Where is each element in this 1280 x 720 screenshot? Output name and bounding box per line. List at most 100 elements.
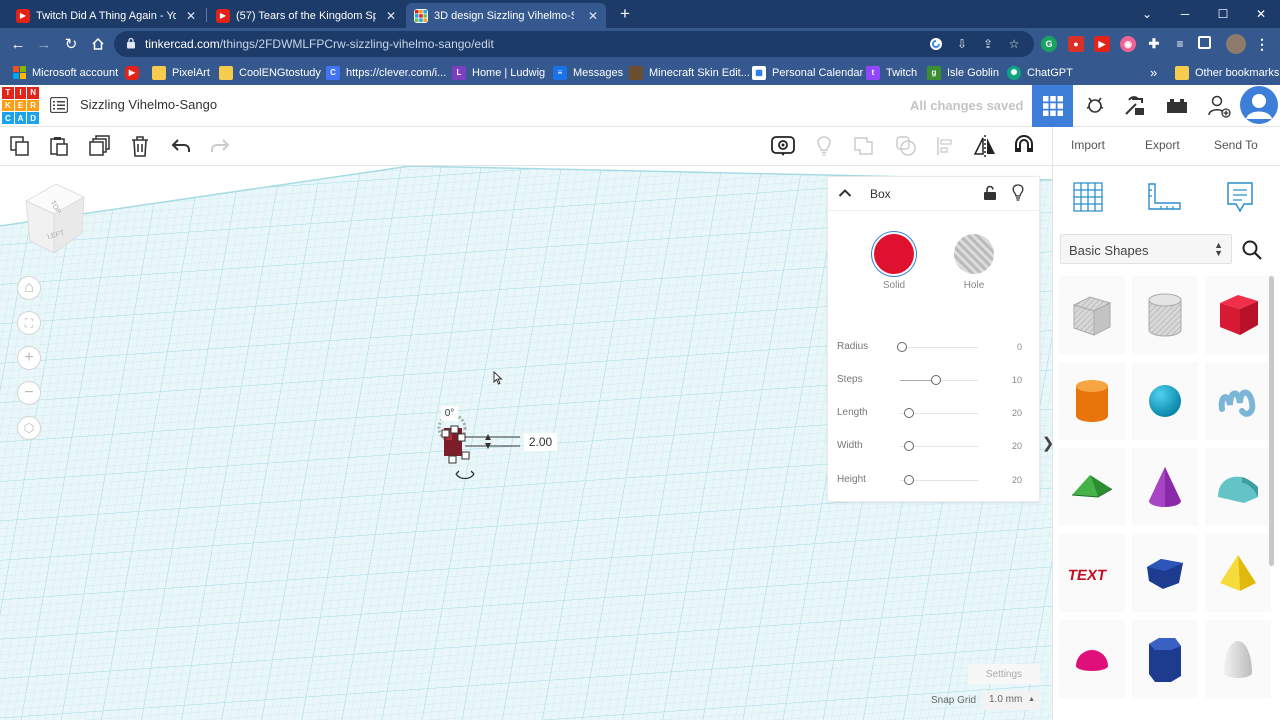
user-avatar[interactable] — [1240, 86, 1278, 124]
browser-tab-1[interactable]: ▶ Twitch Did A Thing Again - YouTu ✕ — [8, 3, 204, 28]
tinkercad-logo[interactable]: T I N K E R C A D — [2, 87, 39, 124]
google-lens-icon[interactable] — [928, 36, 944, 52]
close-icon[interactable]: ✕ — [588, 9, 598, 23]
grammarly-icon[interactable]: G — [1041, 36, 1057, 52]
sphere-icon[interactable] — [1132, 362, 1198, 440]
delete-icon[interactable] — [128, 134, 152, 158]
bookmark-item[interactable]: ≡ Messages — [553, 64, 623, 81]
bookmark-item[interactable]: Minecraft Skin Edit... — [629, 64, 750, 81]
dimension-input[interactable]: 2.00 — [524, 433, 557, 451]
back-button[interactable]: ← — [8, 34, 28, 54]
close-icon[interactable]: ✕ — [386, 9, 396, 23]
reload-button[interactable]: ↻ — [61, 34, 81, 54]
ungroup-icon[interactable] — [894, 134, 918, 158]
minimize-button[interactable]: ─ — [1166, 0, 1204, 28]
align-icon[interactable] — [934, 134, 958, 158]
undo-icon[interactable] — [169, 134, 193, 158]
shapes-scrollbar[interactable] — [1269, 276, 1274, 566]
box-hole-icon[interactable] — [1059, 276, 1125, 354]
paraboloid-icon[interactable] — [1205, 620, 1271, 698]
cylinder-icon[interactable] — [1059, 362, 1125, 440]
youtube-icon[interactable]: ▶ — [1094, 36, 1110, 52]
add-user-icon[interactable] — [1198, 85, 1239, 127]
zoom-out-button[interactable]: − — [17, 381, 41, 405]
height-value[interactable]: 20 — [988, 475, 1022, 485]
other-bookmarks-folder[interactable]: Other bookmarks — [1175, 64, 1279, 81]
chevron-down-icon[interactable]: ⌄ — [1128, 0, 1166, 28]
design-title[interactable]: Sizzling Vihelmo-Sango — [80, 97, 217, 112]
bookmark-folder[interactable]: CoolENGtostudy — [219, 64, 321, 81]
width-slider[interactable] — [904, 441, 914, 451]
side-panel-icon[interactable] — [1198, 36, 1211, 49]
radius-value[interactable]: 0 — [988, 342, 1022, 352]
selected-box-object[interactable] — [420, 404, 530, 488]
bricks-icon[interactable] — [1156, 85, 1197, 127]
box-icon[interactable] — [1205, 276, 1271, 354]
profile-avatar[interactable] — [1226, 34, 1246, 54]
shape-category-dropdown[interactable]: Basic Shapes ▲ ▼ — [1060, 234, 1232, 264]
lightbulb-icon[interactable] — [1011, 184, 1025, 202]
cone-icon[interactable] — [1132, 448, 1198, 526]
puzzle-icon[interactable]: ✚ — [1146, 36, 1162, 52]
bookmark-item[interactable]: g Isle Goblin — [927, 64, 999, 81]
bookmark-item[interactable]: ✺ ChatGPT — [1007, 64, 1073, 81]
redo-icon[interactable] — [208, 134, 232, 158]
pig-extension-icon[interactable]: ◉ — [1120, 36, 1136, 52]
browser-tab-active[interactable]: 3D design Sizzling Vihelmo-Sang ✕ — [406, 3, 606, 28]
share-icon[interactable]: ⇪ — [980, 36, 996, 52]
workplane-grid-icon[interactable] — [1069, 178, 1107, 216]
ortho-view-button[interactable]: ⬡ — [17, 416, 41, 440]
roof-icon[interactable] — [1059, 448, 1125, 526]
mirror-icon[interactable] — [973, 134, 997, 158]
hole-swatch[interactable] — [954, 234, 994, 274]
length-value[interactable]: 20 — [988, 408, 1022, 418]
length-slider[interactable] — [904, 408, 914, 418]
bookmark-item[interactable]: ▶ — [125, 64, 145, 81]
unlock-icon[interactable] — [983, 185, 997, 201]
close-icon[interactable]: ✕ — [186, 9, 196, 23]
lightbulb-icon[interactable] — [812, 134, 836, 158]
radius-slider[interactable] — [897, 342, 907, 352]
bookmark-star-icon[interactable]: ☆ — [1006, 36, 1022, 52]
reading-list-icon[interactable]: ≡ — [1172, 36, 1188, 52]
half-sphere-icon[interactable] — [1059, 620, 1125, 698]
bookmark-item[interactable]: ▦ Personal Calendar — [752, 64, 863, 81]
bookmark-folder[interactable]: PixelArt — [152, 64, 210, 81]
hexagonal-prism-icon[interactable] — [1132, 620, 1198, 698]
steps-value[interactable]: 10 — [988, 375, 1022, 385]
settings-button[interactable]: Settings — [968, 664, 1040, 684]
text-icon[interactable]: TEXT — [1059, 534, 1125, 612]
bookmarks-overflow-button[interactable]: » — [1150, 64, 1157, 81]
design-menu-icon[interactable] — [50, 97, 68, 113]
ruler-icon[interactable] — [1145, 178, 1183, 216]
import-button[interactable]: Import — [1071, 138, 1105, 152]
steps-slider[interactable] — [931, 375, 941, 385]
export-button[interactable]: Export — [1145, 138, 1180, 152]
home-view-button[interactable]: ⌂ — [17, 276, 41, 300]
view-cube[interactable]: TOP LEFT — [18, 181, 88, 257]
notes-icon[interactable] — [771, 134, 795, 158]
solid-color-swatch[interactable] — [874, 234, 914, 274]
3d-design-view-button[interactable] — [1032, 85, 1073, 127]
scribble-icon[interactable] — [1205, 362, 1271, 440]
width-value[interactable]: 20 — [988, 441, 1022, 451]
url-text[interactable]: tinkercad.com/things/2FDWMLFPCrw-sizzlin… — [145, 37, 494, 51]
address-bar[interactable]: tinkercad.com/things/2FDWMLFPCrw-sizzlin… — [114, 31, 1034, 57]
extension-icon[interactable]: ● — [1068, 36, 1084, 52]
chevron-up-icon[interactable] — [838, 188, 852, 198]
duplicate-icon[interactable] — [88, 134, 112, 158]
blocks-icon[interactable] — [1114, 85, 1155, 127]
group-icon[interactable] — [852, 134, 876, 158]
zoom-in-button[interactable]: + — [17, 346, 41, 370]
bookmark-item[interactable]: C https://clever.com/i... — [326, 64, 446, 81]
home-icon[interactable] — [88, 34, 108, 54]
bookmark-item[interactable]: t Twitch — [866, 64, 917, 81]
cruise-magnet-icon[interactable] — [1012, 134, 1036, 158]
paste-icon[interactable] — [47, 134, 71, 158]
install-app-icon[interactable]: ⇩ — [954, 36, 970, 52]
pyramid-icon[interactable] — [1205, 534, 1271, 612]
browser-tab-2[interactable]: ▶ (57) Tears of the Kingdom Speed ✕ — [208, 3, 404, 28]
kebab-menu-icon[interactable]: ⋮ — [1254, 36, 1270, 52]
sim-lab-icon[interactable] — [1074, 85, 1115, 127]
copy-icon[interactable] — [8, 134, 32, 158]
